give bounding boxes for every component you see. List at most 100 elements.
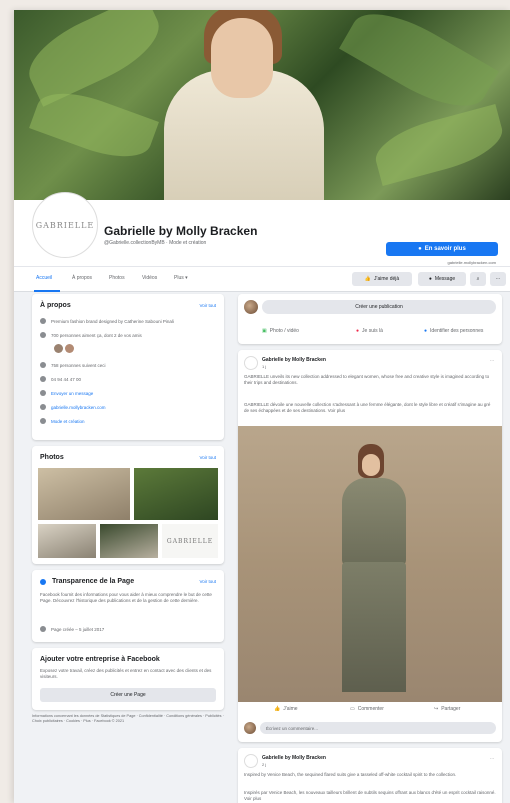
about-card: À propos Voir tout Premium fashion brand… xyxy=(32,294,224,440)
transparency-card: Transparence de la Page Voir tout Facebo… xyxy=(32,570,224,642)
photo-thumbnail-logo[interactable]: GABRIELLE xyxy=(162,524,218,558)
post-author-avatar[interactable] xyxy=(244,356,258,370)
liked-label: J'aime déjà xyxy=(374,276,400,282)
cover-photo xyxy=(14,10,510,200)
photos-see-all-link[interactable]: Voir tout xyxy=(199,455,216,460)
comment-input[interactable]: Écrivez un commentaire... xyxy=(260,722,496,734)
website-about-link[interactable]: gabrielle.mollybracken.com xyxy=(51,405,106,410)
page-tabs: Accueil À propos Photos Vidéos Plus ▾ 👍 … xyxy=(14,266,510,292)
friend-avatar[interactable] xyxy=(54,344,63,353)
post-author-name[interactable]: Gabrielle by Molly Bracken xyxy=(262,755,326,761)
search-icon[interactable]: ⌕ xyxy=(470,272,486,286)
tag-icon xyxy=(40,418,46,424)
share-icon: ↪ xyxy=(434,706,439,712)
active-tab-indicator xyxy=(34,290,60,292)
tag-people-icon: ● xyxy=(424,328,428,334)
checkin-label: Je suis là xyxy=(362,328,383,334)
photos-card: Photos Voir tout GABRIELLE xyxy=(32,446,224,564)
post-text-french: Inspirés par Venice Beach, les nouveaux … xyxy=(244,790,496,801)
page-created-text: Page créée – 5 juillet 2017 xyxy=(51,626,105,632)
transparency-title: Transparence de la Page xyxy=(52,578,135,585)
tab-about[interactable]: À propos xyxy=(72,275,92,281)
learn-more-button[interactable]: ● En savoir plus xyxy=(386,242,498,256)
post-timestamp[interactable]: 2 j xyxy=(262,762,266,767)
post-author-avatar[interactable] xyxy=(244,754,258,768)
post-text-english: Inspired by Venice Beach, the sequined f… xyxy=(244,772,457,777)
friend-avatar[interactable] xyxy=(65,344,74,353)
thumbs-up-icon xyxy=(40,332,46,338)
post-image[interactable] xyxy=(238,426,502,702)
transparency-see-all-link[interactable]: Voir tout xyxy=(199,579,216,584)
checkin-button[interactable]: ● Je suis là xyxy=(356,328,383,334)
tab-videos[interactable]: Vidéos xyxy=(142,275,157,281)
website-link[interactable]: gabrielle.mollybracken.com xyxy=(448,260,496,265)
page-avatar[interactable] xyxy=(244,300,258,314)
create-post-card: Créer une publication ▣ Photo / vidéo ● Je… xyxy=(238,294,502,344)
about-message[interactable]: Envoyer un message xyxy=(40,390,93,396)
like-button[interactable]: 👍 J'aime xyxy=(274,706,298,712)
tab-photos[interactable]: Photos xyxy=(109,275,125,281)
post-timestamp[interactable]: 1 j xyxy=(262,364,266,369)
photos-title: Photos xyxy=(40,454,64,461)
photo-thumbnail[interactable] xyxy=(134,468,218,520)
page-title[interactable]: Gabrielle by Molly Bracken xyxy=(104,224,257,238)
post-card: Gabrielle by Molly Bracken 1 j ··· GABRI… xyxy=(238,350,502,742)
about-description-text: Premium fashion brand designed by Cather… xyxy=(51,318,174,324)
share-button[interactable]: ↪ Partager xyxy=(434,706,460,712)
about-followers: 758 personnes suivent ceci xyxy=(40,362,106,368)
footer-links[interactable]: Informations concernant les données de S… xyxy=(32,714,232,724)
page-header: GABRIELLE Gabrielle by Molly Bracken @Ga… xyxy=(14,192,510,292)
globe-icon xyxy=(40,404,46,410)
thumbs-up-icon: 👍 xyxy=(364,276,372,282)
about-likes-text: 700 personnes aiment ça, dont 2 de vos a… xyxy=(51,332,142,338)
messenger-icon xyxy=(40,390,46,396)
messenger-icon: ● xyxy=(428,276,432,282)
tab-more[interactable]: Plus ▾ xyxy=(174,275,188,281)
commenter-avatar xyxy=(244,722,256,734)
create-post-button[interactable]: Créer une publication xyxy=(262,300,496,314)
post-options-button[interactable]: ··· xyxy=(490,358,494,363)
photo-thumbnail[interactable] xyxy=(38,468,130,520)
message-button[interactable]: ● Message xyxy=(418,272,466,286)
photo-video-button[interactable]: ▣ Photo / vidéo xyxy=(262,328,299,334)
about-website[interactable]: gabrielle.mollybracken.com xyxy=(40,404,106,410)
photo-logo-text: GABRIELLE xyxy=(166,537,214,545)
thumbs-up-icon: 👍 xyxy=(274,706,281,712)
photo-thumbnail[interactable] xyxy=(100,524,158,558)
message-label: Message xyxy=(434,276,456,282)
about-category[interactable]: Mode et création xyxy=(40,418,85,424)
post-text-french: GABRIELLE dévoile une nouvelle collectio… xyxy=(244,402,491,413)
tag-people-button[interactable]: ● Identifier des personnes xyxy=(424,328,483,334)
create-page-button[interactable]: Créer une Page xyxy=(40,688,216,702)
info-icon xyxy=(40,318,46,324)
send-message-link[interactable]: Envoyer un message xyxy=(51,391,93,396)
facebook-page-frame: GABRIELLE Gabrielle by Molly Bracken @Ga… xyxy=(14,10,510,803)
more-options-button[interactable]: ··· xyxy=(490,272,506,286)
post-card: Gabrielle by Molly Bracken 2 j ··· Inspi… xyxy=(238,748,502,803)
comment-label: Commenter xyxy=(357,706,384,712)
tab-more-label: Plus xyxy=(174,275,184,281)
like-label: J'aime xyxy=(283,706,298,712)
add-business-description: Exposez votre travail, créez des publici… xyxy=(40,668,212,679)
tab-home[interactable]: Accueil xyxy=(36,275,52,281)
about-followers-text: 758 personnes suivent ceci xyxy=(51,362,106,368)
about-see-all-link[interactable]: Voir tout xyxy=(199,303,216,308)
about-title: À propos xyxy=(40,302,71,309)
post-text-english: GABRIELLE unveils its new collection add… xyxy=(244,374,490,385)
category-link[interactable]: Mode et création xyxy=(51,419,85,424)
post-author-name[interactable]: Gabrielle by Molly Bracken xyxy=(262,357,326,363)
about-description: Premium fashion brand designed by Cather… xyxy=(40,318,174,324)
photo-thumbnail[interactable] xyxy=(38,524,96,558)
about-phone: 04 94 44 47 00 xyxy=(40,376,81,382)
comment-button[interactable]: ▭ Commenter xyxy=(350,706,384,712)
friend-avatars[interactable] xyxy=(54,344,74,353)
page-logo[interactable]: GABRIELLE xyxy=(32,192,98,258)
liked-button[interactable]: 👍 J'aime déjà xyxy=(352,272,412,286)
photo-video-label: Photo / vidéo xyxy=(269,328,299,334)
location-pin-icon: ● xyxy=(356,328,360,334)
transparency-description: Facebook fournit des informations pour v… xyxy=(40,592,212,603)
post-options-button[interactable]: ··· xyxy=(490,756,494,761)
page-created-row: Page créée – 5 juillet 2017 xyxy=(40,626,104,632)
about-likes: 700 personnes aiment ça, dont 2 de vos a… xyxy=(40,332,142,338)
page-subtitle: @Gabrielle.collectionByMB · Mode et créa… xyxy=(104,240,207,246)
